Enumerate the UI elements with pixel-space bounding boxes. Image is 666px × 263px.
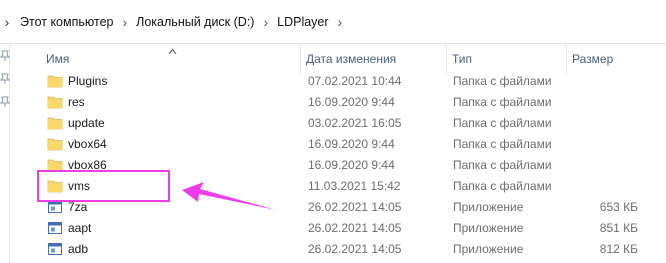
file-size: 851 КБ <box>599 221 638 235</box>
folder-icon <box>47 95 63 110</box>
application-icon <box>47 200 63 215</box>
file-date-modified: 16.09.2020 9:44 <box>308 95 395 109</box>
chevron-right-icon[interactable]: › <box>0 14 14 30</box>
file-name: aapt <box>68 221 92 235</box>
file-row[interactable]: update 03.02.2021 16:05 Папка с файлами <box>38 113 666 134</box>
application-icon <box>47 242 63 257</box>
column-header-name[interactable]: Имя <box>38 44 300 74</box>
file-date-modified: 16.09.2020 9:44 <box>308 158 395 172</box>
file-row[interactable]: aapt 26.02.2021 14:05 Приложение 851 КБ <box>38 218 666 239</box>
breadcrumb-item-this-pc[interactable]: Этот компьютер <box>16 15 117 29</box>
pin-icon <box>0 50 10 62</box>
file-type: Папка с файлами <box>453 95 552 109</box>
file-type: Приложение <box>453 242 524 256</box>
file-size: 653 КБ <box>599 200 638 214</box>
file-size <box>568 155 638 176</box>
chevron-right-icon[interactable]: › <box>333 14 348 30</box>
file-size: 812 КБ <box>599 242 638 256</box>
file-type: Папка с файлами <box>453 116 552 130</box>
file-name: adb <box>68 242 89 256</box>
application-icon <box>47 221 63 236</box>
pin-icon <box>0 96 10 108</box>
file-date-modified: 26.02.2021 14:05 <box>308 200 402 214</box>
file-size <box>568 176 638 197</box>
file-row[interactable]: adb 26.02.2021 14:05 Приложение 812 КБ <box>38 239 666 260</box>
arrow-annotation <box>182 182 276 210</box>
file-size <box>568 71 638 92</box>
file-row[interactable]: res 16.09.2020 9:44 Папка с файлами <box>38 92 666 113</box>
file-row[interactable]: Plugins 07.02.2021 10:44 Папка с файлами <box>38 71 666 92</box>
file-type: Папка с файлами <box>453 158 552 172</box>
column-header-row: Имя Дата изменения Тип Размер <box>38 44 666 74</box>
folder-icon <box>47 74 63 89</box>
breadcrumb: › Этот компьютер › Локальный диск (D:) ›… <box>0 10 347 34</box>
breadcrumb-item-ldplayer[interactable]: LDPlayer <box>273 15 332 29</box>
address-bar: › Этот компьютер › Локальный диск (D:) ›… <box>0 0 666 44</box>
file-date-modified: 07.02.2021 10:44 <box>308 74 402 88</box>
file-name: update <box>68 116 105 130</box>
file-type: Приложение <box>453 200 524 214</box>
file-type: Папка с файлами <box>453 179 552 193</box>
breadcrumb-item-local-disk[interactable]: Локальный диск (D:) <box>132 15 258 29</box>
file-name: res <box>68 95 85 109</box>
column-header-size[interactable]: Размер <box>566 44 666 74</box>
file-name: vbox64 <box>68 137 107 151</box>
file-type: Папка с файлами <box>453 74 552 88</box>
chevron-right-icon[interactable]: › <box>258 14 273 30</box>
file-date-modified: 26.02.2021 14:05 <box>308 242 402 256</box>
file-date-modified: 16.09.2020 9:44 <box>308 137 395 151</box>
file-row[interactable]: vbox64 16.09.2020 9:44 Папка с файлами <box>38 134 666 155</box>
folder-icon <box>47 116 63 131</box>
file-date-modified: 11.03.2021 15:42 <box>308 179 401 193</box>
file-date-modified: 26.02.2021 14:05 <box>308 221 402 235</box>
column-header-type[interactable]: Тип <box>446 44 566 74</box>
highlight-box <box>37 170 170 202</box>
folder-icon <box>47 137 63 152</box>
file-size <box>568 134 638 155</box>
file-size <box>568 92 638 113</box>
file-name: Plugins <box>68 74 108 88</box>
file-type: Папка с файлами <box>453 137 552 151</box>
pin-icon <box>0 73 10 85</box>
file-type: Приложение <box>453 221 524 235</box>
file-size <box>568 113 638 134</box>
chevron-right-icon[interactable]: › <box>117 14 132 30</box>
file-date-modified: 03.02.2021 16:05 <box>308 116 402 130</box>
column-header-date[interactable]: Дата изменения <box>300 44 446 74</box>
navigation-pane[interactable] <box>0 44 10 263</box>
